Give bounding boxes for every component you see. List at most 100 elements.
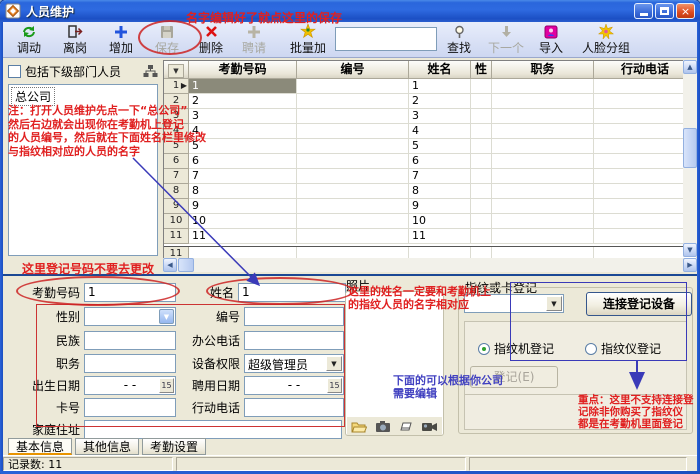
table-cell[interactable] [297, 229, 409, 244]
tree-item-root[interactable]: 总公司 [11, 87, 56, 106]
gender-combobox[interactable]: ▼ [84, 307, 176, 326]
table-cell[interactable]: 4 [409, 124, 471, 139]
table-cell[interactable] [594, 139, 697, 154]
batch-add-button[interactable]: 批量加 [283, 24, 333, 56]
table-cell[interactable] [594, 229, 697, 244]
table-cell[interactable]: 3 [189, 109, 297, 124]
table-cell[interactable] [594, 199, 697, 214]
device-combobox[interactable]: ▼ [464, 294, 564, 313]
find-button[interactable]: 查找 [441, 24, 477, 56]
table-cell[interactable]: 2 [409, 94, 471, 109]
table-cell[interactable]: 1 [409, 79, 471, 94]
delete-button[interactable]: 删除 [191, 24, 231, 56]
table-cell[interactable]: 3 [409, 109, 471, 124]
search-input[interactable] [335, 27, 437, 51]
table-cell[interactable]: 7 [189, 169, 297, 184]
column-header[interactable]: 行动电话 [594, 61, 697, 79]
table-cell[interactable] [594, 214, 697, 229]
face-group-button[interactable]: 人脸分组 [575, 24, 637, 56]
table-cell[interactable]: 2 [189, 94, 297, 109]
address-field[interactable] [84, 420, 342, 439]
table-row[interactable]: 333 [164, 109, 697, 124]
table-cell[interactable]: 7 [409, 169, 471, 184]
connect-device-button[interactable]: 连接登记设备 [586, 292, 692, 316]
table-cell[interactable] [594, 154, 697, 169]
duty-field[interactable] [84, 354, 176, 373]
minimize-button[interactable] [634, 3, 653, 19]
table-cell[interactable] [297, 139, 409, 154]
table-cell[interactable] [492, 154, 594, 169]
name-field[interactable]: 1 [238, 283, 346, 302]
table-cell[interactable] [471, 124, 492, 139]
id-field[interactable] [244, 307, 344, 326]
table-cell[interactable] [471, 169, 492, 184]
table-cell[interactable] [297, 109, 409, 124]
table-cell[interactable] [297, 214, 409, 229]
chevron-down-icon[interactable]: ▼ [159, 309, 174, 324]
import-button[interactable]: 导入 [533, 24, 569, 56]
radio-fingerprint-machine[interactable]: 指纹机登记 [478, 340, 554, 357]
table-cell[interactable] [492, 199, 594, 214]
table-cell[interactable] [594, 184, 697, 199]
table-cell[interactable]: 1 [189, 79, 297, 94]
table-cell[interactable] [492, 79, 594, 94]
table-cell[interactable]: 6 [409, 154, 471, 169]
table-cell[interactable] [492, 169, 594, 184]
table-cell[interactable] [492, 229, 594, 244]
row-header[interactable]: 2 [164, 94, 189, 109]
column-header[interactable]: 职务 [492, 61, 594, 79]
ethnic-field[interactable] [84, 331, 176, 350]
tab-attendance-settings[interactable]: 考勤设置 [142, 438, 207, 455]
table-cell[interactable] [297, 169, 409, 184]
hire-date-field[interactable]: - -15 [244, 376, 344, 395]
table-cell[interactable] [594, 94, 697, 109]
table-row[interactable]: 999 [164, 199, 697, 214]
table-cell[interactable]: 8 [189, 184, 297, 199]
table-cell[interactable] [492, 94, 594, 109]
row-header[interactable]: 1 ▶ [164, 79, 189, 94]
vertical-scroll-thumb[interactable] [683, 128, 697, 168]
row-header[interactable]: 9 [164, 199, 189, 214]
table-cell[interactable] [492, 109, 594, 124]
vertical-scrollbar[interactable]: ▲ ▼ [683, 60, 697, 257]
table-cell[interactable] [471, 109, 492, 124]
office-phone-field[interactable] [244, 331, 344, 350]
video-camera-icon[interactable] [421, 420, 438, 432]
include-sub-checkbox[interactable] [8, 64, 21, 78]
scroll-right-icon[interactable]: ▶ [683, 258, 697, 272]
next-button[interactable]: 下一个 [483, 24, 529, 56]
table-cell[interactable] [471, 229, 492, 244]
chevron-down-icon[interactable]: ▼ [546, 296, 562, 311]
table-cell[interactable]: 4 [189, 124, 297, 139]
row-header[interactable]: 6 [164, 154, 189, 169]
scroll-up-icon[interactable]: ▲ [683, 60, 697, 74]
table-cell[interactable] [594, 124, 697, 139]
table-cell[interactable] [594, 169, 697, 184]
scroll-left-icon[interactable]: ◀ [163, 258, 177, 272]
table-cell[interactable] [594, 109, 697, 124]
radio-fingerprint-reader[interactable]: 指纹仪登记 [585, 340, 661, 357]
table-cell[interactable]: 11 [409, 229, 471, 244]
table-cell[interactable]: 5 [409, 139, 471, 154]
device-priv-combobox[interactable]: 超级管理员 ▼ [244, 354, 344, 373]
table-row[interactable]: 888 [164, 184, 697, 199]
row-header[interactable]: 5 [164, 139, 189, 154]
column-header[interactable]: 考勤号码 [189, 61, 297, 79]
hire-button[interactable]: 聘请 [235, 24, 273, 56]
table-cell[interactable] [297, 124, 409, 139]
table-cell[interactable]: 8 [409, 184, 471, 199]
table-cell[interactable] [471, 214, 492, 229]
table-cell[interactable]: 11 [189, 229, 297, 244]
table-cell[interactable]: 9 [409, 199, 471, 214]
open-folder-icon[interactable] [351, 420, 367, 433]
leave-post-button[interactable]: 离岗 [55, 24, 95, 56]
table-cell[interactable]: 10 [409, 214, 471, 229]
table-row[interactable]: 11 11 11 [164, 229, 697, 244]
table-row[interactable]: 222 [164, 94, 697, 109]
org-chart-icon[interactable] [143, 64, 158, 78]
calendar-icon[interactable]: 15 [327, 378, 342, 393]
table-cell[interactable] [471, 184, 492, 199]
column-header[interactable]: 姓名 [409, 61, 471, 79]
table-row[interactable]: 1 ▶ 1 1 [164, 79, 697, 94]
mobile-field[interactable] [244, 398, 344, 417]
